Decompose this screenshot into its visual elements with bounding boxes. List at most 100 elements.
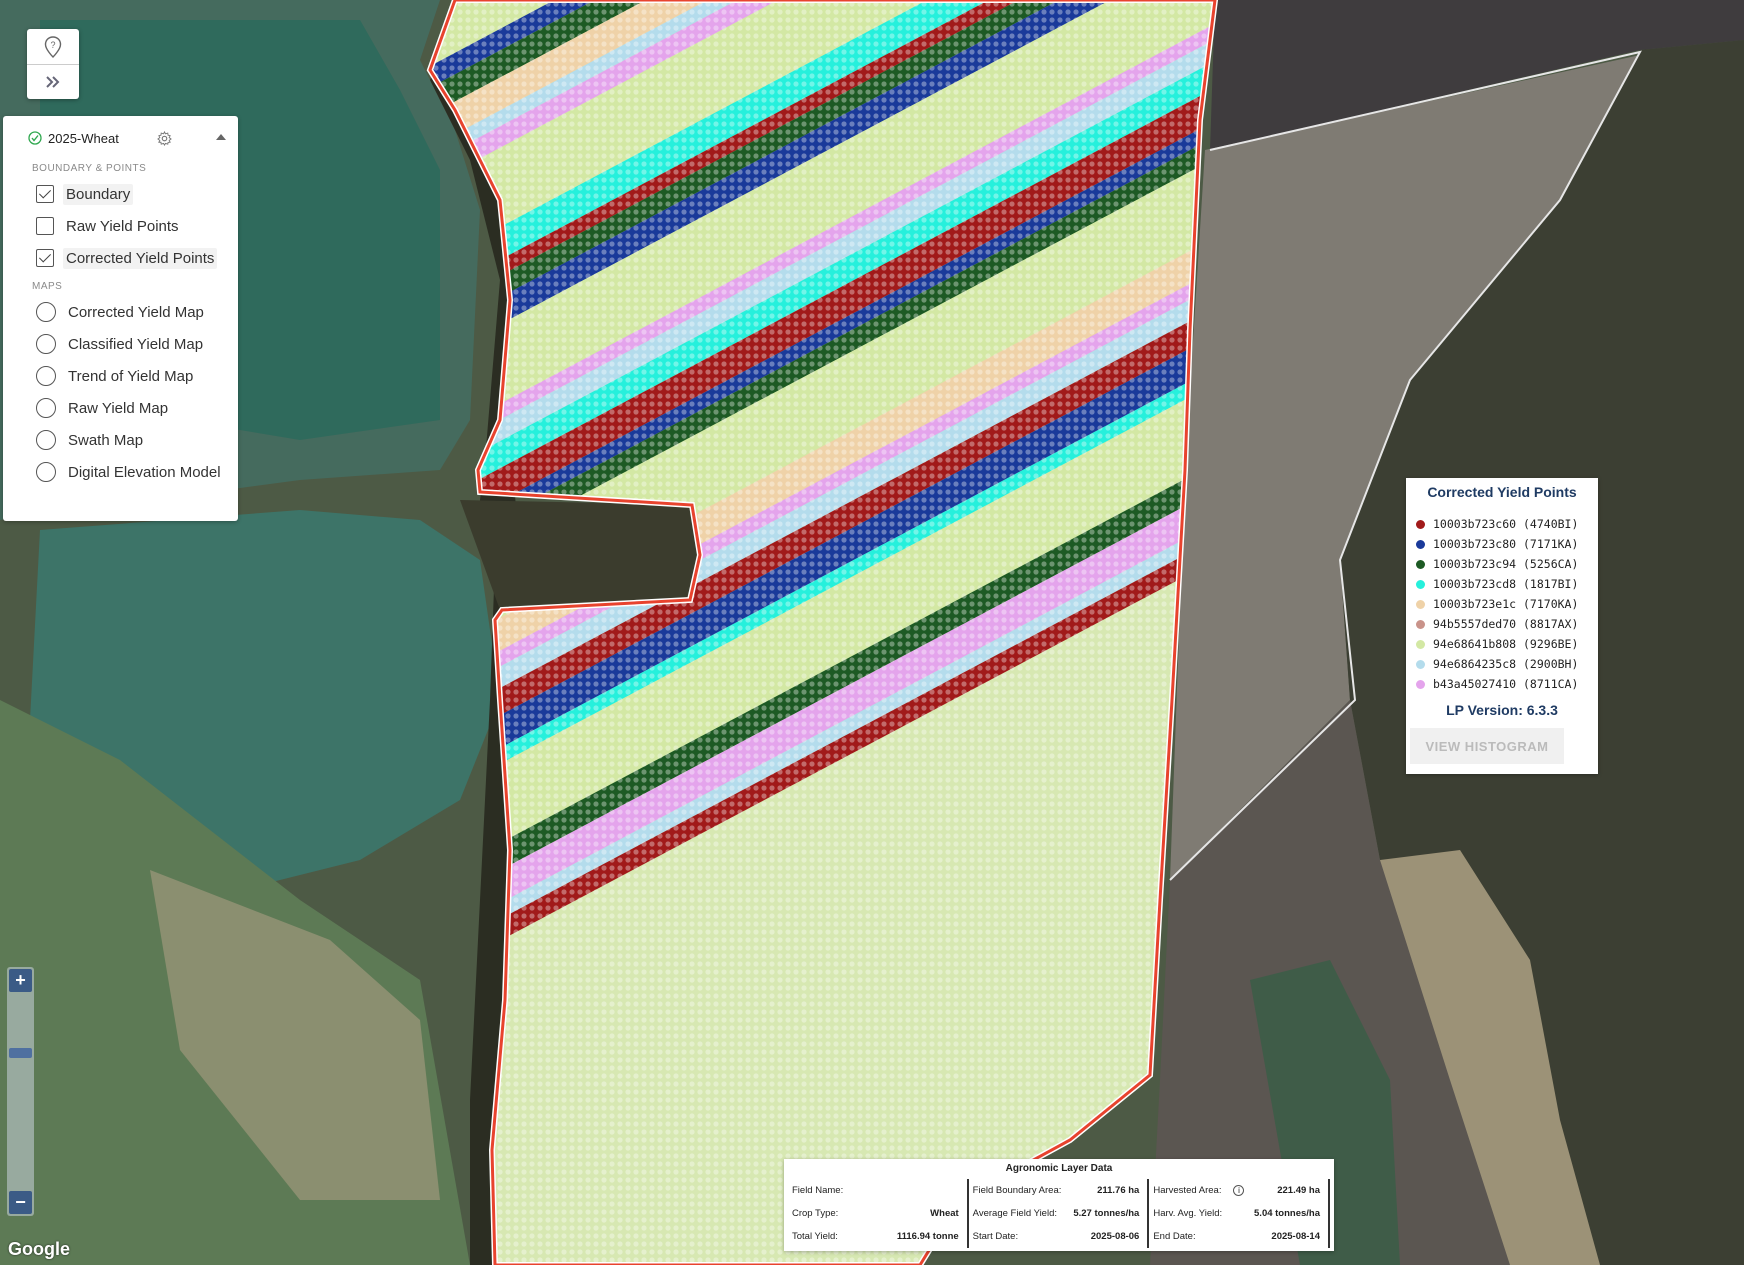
radio-digital-elevation-model-circle[interactable] (36, 462, 56, 482)
legend-item: 94e68641b808 (9296BE) (1416, 634, 1598, 654)
agro-crop-type-label: Crop Type: (792, 1208, 839, 1219)
legend-color-dot (1416, 539, 1425, 549)
radio-classified-yield-map[interactable]: Classified Yield Map (3, 328, 238, 360)
legend-item-label: 94b5557ded70 (8817AX) (1433, 617, 1579, 631)
legend-item: 94e6864235c8 (2900BH) (1416, 654, 1598, 674)
checkbox-corrected-yield-points[interactable]: Corrected Yield Points (3, 242, 238, 274)
check-circle-icon (28, 131, 42, 145)
checkbox-raw-yield-points-box[interactable] (36, 217, 54, 235)
view-histogram-button[interactable]: VIEW HISTOGRAM (1410, 728, 1564, 764)
agro-average-field-yield-value: 5.27 tonnes/ha (1073, 1208, 1140, 1219)
checkbox-raw-yield-points-label: Raw Yield Points (66, 217, 179, 235)
radio-trend-of-yield-map[interactable]: Trend of Yield Map (3, 360, 238, 392)
agro-field-boundary-area-value: 211.76 ha (1097, 1185, 1140, 1196)
legend-item-label: b43a45027410 (8711CA) (1433, 677, 1579, 691)
radio-swath-map[interactable]: Swath Map (3, 424, 238, 456)
location-help-button[interactable]: ? (27, 29, 79, 64)
map-tool-stack: ? (27, 29, 79, 99)
layer-panel-header[interactable]: 2025-Wheat (3, 116, 238, 160)
expand-panel-button[interactable] (27, 64, 79, 99)
agro-field-boundary-area: Field Boundary Area: 211.76 ha (973, 1179, 1140, 1202)
google-logo: Google (8, 1239, 70, 1259)
legend-item: 10003b723e1c (7170KA) (1416, 594, 1598, 614)
agronomic-layer-data: Agronomic Layer Data Field Name: Crop Ty… (784, 1159, 1334, 1251)
agro-average-field-yield-label: Average Field Yield: (972, 1208, 1057, 1219)
legend-color-dot (1416, 679, 1425, 689)
legend-item: b43a45027410 (8711CA) (1416, 674, 1598, 694)
agro-start-date-value: 2025-08-06 (1090, 1231, 1140, 1242)
agro-harvested-area-label-wrap: Harvested Area: i (1153, 1185, 1245, 1196)
legend-item-label: 10003b723e1c (7170KA) (1433, 597, 1579, 611)
agro-harvested-area-label: Harvested Area: (1153, 1185, 1222, 1196)
agro-harv-avg-yield-label: Harv. Avg. Yield: (1153, 1208, 1223, 1219)
caret-up-icon[interactable] (216, 134, 226, 140)
legend-title: Corrected Yield Points (1427, 484, 1577, 500)
radio-raw-yield-map[interactable]: Raw Yield Map (3, 392, 238, 424)
legend-color-dot (1416, 639, 1425, 649)
location-help-icon: ? (44, 35, 62, 58)
agro-start-date: Start Date: 2025-08-06 (973, 1225, 1140, 1248)
agro-end-date: End Date: 2025-08-14 (1153, 1225, 1320, 1248)
lp-version: LP Version: 6.3.3 (1446, 702, 1558, 718)
checkbox-boundary-label: Boundary (63, 183, 134, 205)
legend-item: 10003b723c94 (5256CA) (1416, 554, 1598, 574)
radio-swath-map-circle[interactable] (36, 430, 56, 450)
legend-item: 94b5557ded70 (8817AX) (1416, 614, 1598, 634)
legend-color-dot (1416, 559, 1425, 569)
radio-trend-of-yield-map-circle[interactable] (36, 366, 56, 386)
agronomic-col-3: Harvested Area: i 221.49 ha Harv. Avg. Yie… (1149, 1179, 1331, 1248)
agro-total-yield-label: Total Yield: (792, 1231, 838, 1242)
checkbox-boundary-box[interactable] (36, 185, 54, 203)
agro-average-field-yield: Average Field Yield: 5.27 tonnes/ha (973, 1202, 1140, 1225)
svg-text:?: ? (50, 40, 55, 50)
agro-field-name: Field Name: (792, 1179, 959, 1202)
legend-color-dot (1416, 519, 1425, 529)
agro-crop-type-value: Wheat (930, 1208, 959, 1219)
legend-item-label: 94e6864235c8 (2900BH) (1433, 657, 1579, 671)
legend-item-label: 10003b723c60 (4740BI) (1433, 517, 1579, 531)
agro-total-yield-value: 1116.94 tonne (896, 1231, 959, 1242)
legend-item: 10003b723c60 (4740BI) (1416, 514, 1598, 534)
agronomic-title: Agronomic Layer Data (1005, 1163, 1113, 1174)
radio-classified-yield-map-circle[interactable] (36, 334, 56, 354)
radio-classified-yield-map-label: Classified Yield Map (68, 335, 204, 353)
gear-icon[interactable] (156, 130, 172, 146)
section-label-boundary-points: BOUNDARY & POINTS (32, 163, 147, 174)
radio-corrected-yield-map-circle[interactable] (36, 302, 56, 322)
agro-crop-type: Crop Type: Wheat (792, 1202, 959, 1225)
legend-color-dot (1416, 659, 1425, 669)
agro-total-yield: Total Yield: 1116.94 tonne (792, 1225, 959, 1248)
agronomic-col-1: Field Name: Crop Type: Wheat Total Yield:… (788, 1179, 969, 1248)
radio-swath-map-label: Swath Map (68, 431, 144, 449)
zoom-control: + − (7, 967, 34, 1216)
legend-color-dot (1416, 579, 1425, 589)
legend-list: 10003b723c60 (4740BI) 10003b723c80 (7171K… (1406, 514, 1598, 694)
zoom-in-button[interactable]: + (9, 969, 32, 992)
radio-corrected-yield-map[interactable]: Corrected Yield Map (3, 296, 238, 328)
yield-points-legend: Corrected Yield Points 10003b723c60 (474… (1406, 478, 1598, 774)
checkbox-corrected-yield-points-label: Corrected Yield Points (63, 247, 218, 269)
radio-raw-yield-map-circle[interactable] (36, 398, 56, 418)
legend-item: 10003b723c80 (7171KA) (1416, 534, 1598, 554)
radio-trend-of-yield-map-label: Trend of Yield Map (68, 367, 194, 385)
checkbox-corrected-yield-points-box[interactable] (36, 249, 54, 267)
agro-harv-avg-yield-value: 5.04 tonnes/ha (1254, 1208, 1321, 1219)
checkbox-raw-yield-points[interactable]: Raw Yield Points (3, 210, 238, 242)
layer-panel: 2025-Wheat BOUNDARY & POINTS Boundary Ra… (3, 116, 238, 521)
agro-start-date-label: Start Date: (972, 1231, 1019, 1242)
radio-digital-elevation-model-label: Digital Elevation Model (68, 463, 221, 481)
radio-digital-elevation-model[interactable]: Digital Elevation Model (3, 456, 238, 488)
agro-field-boundary-area-label: Field Boundary Area: (972, 1185, 1062, 1196)
agronomic-col-2: Field Boundary Area: 211.76 ha Average Fi… (969, 1179, 1150, 1248)
agro-end-date-label: End Date: (1153, 1231, 1196, 1242)
checkbox-boundary[interactable]: Boundary (3, 178, 238, 210)
section-label-maps: MAPS (32, 281, 63, 292)
info-icon[interactable]: i (1233, 1185, 1245, 1196)
zoom-out-button[interactable]: − (9, 1191, 32, 1214)
double-chevron-right-icon (46, 76, 60, 88)
legend-color-dot (1416, 599, 1425, 609)
legend-item-label: 94e68641b808 (9296BE) (1433, 637, 1579, 651)
legend-item-label: 10003b723c80 (7171KA) (1433, 537, 1579, 551)
legend-color-dot (1416, 619, 1425, 629)
zoom-slider-handle[interactable] (9, 1048, 32, 1058)
